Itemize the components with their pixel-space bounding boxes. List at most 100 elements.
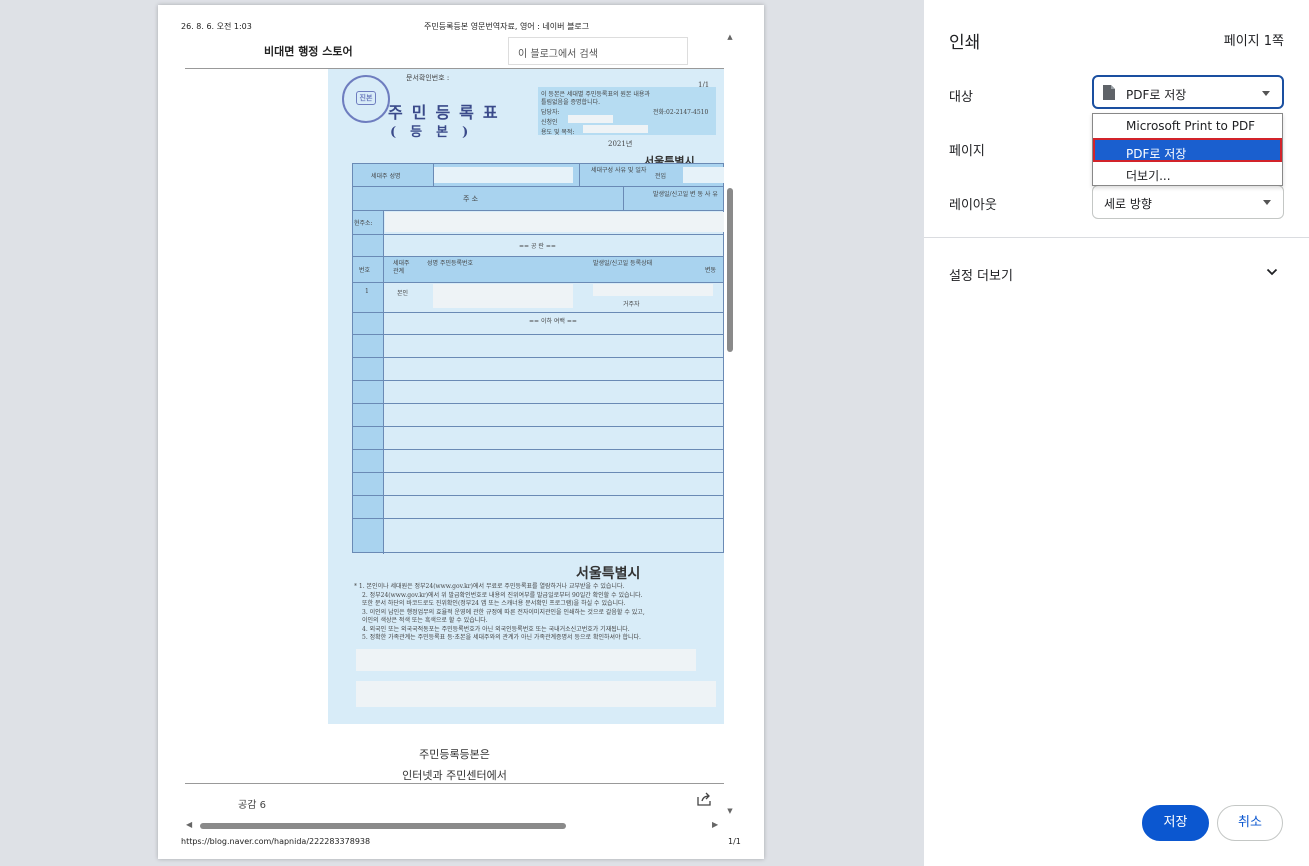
register-table: 세대주 성명 세대구성 사유 및 일자 전입 주 소 발생일/신고일 변 동 사… (352, 163, 724, 554)
doc-number-label: 문서확인번호 : (406, 74, 450, 82)
col-occurrence-status: 발생일/신고일 등록상태 (593, 260, 653, 267)
redaction (583, 125, 648, 133)
redaction (593, 284, 713, 296)
layout-value: 세로 방향 (1104, 197, 1152, 211)
scroll-left-arrow[interactable]: ◀ (186, 820, 192, 829)
current-address-label: 현주소: (354, 220, 373, 227)
option-microsoft-print-to-pdf[interactable]: Microsoft Print to PDF (1093, 114, 1282, 138)
print-preview-area: 26. 8. 6. 오전 1:03 주민등록등본 영문번역자료, 영어 : 네이… (0, 0, 924, 866)
destination-value: PDF로 저장 (1126, 88, 1187, 102)
scroll-right-arrow[interactable]: ▶ (712, 820, 718, 829)
row-status: 거주자 (623, 301, 640, 308)
table-line (353, 403, 723, 404)
table-line (353, 357, 723, 358)
redaction (568, 115, 613, 123)
cert-line-5: 신청인 (541, 119, 558, 126)
page-header-title: 주민등록등본 영문번역자료, 영어 : 네이버 블로그 (424, 22, 590, 31)
table-line (353, 426, 723, 427)
table-line (353, 312, 723, 313)
cert-line-3: 담당자: (541, 109, 560, 116)
dropdown-arrow-icon (1263, 200, 1271, 205)
doc-year: 2021년 (608, 140, 633, 148)
dropdown-arrow-icon (1262, 91, 1270, 96)
col-number: 번호 (359, 267, 371, 274)
table-line (353, 334, 723, 335)
scroll-down-arrow[interactable]: ▼ (724, 807, 736, 815)
document-icon (1103, 85, 1115, 100)
redaction (356, 649, 696, 671)
blog-search-box: 이 블로그에서 검색 (508, 37, 688, 65)
layout-select[interactable]: 세로 방향 (1092, 185, 1284, 219)
blog-name: 비대면 행정 스토어 (264, 45, 353, 58)
doc-city-bottom: 서울특별시 (576, 566, 641, 582)
print-title: 인쇄 (949, 33, 981, 53)
chevron-down-icon[interactable] (1266, 267, 1278, 277)
table-vline (433, 164, 434, 186)
table-line (353, 380, 723, 381)
page-footer-url: https://blog.naver.com/hapnida/222283378… (181, 837, 371, 846)
note-line: * 1. 본인이나 세대원은 정부24(www.gov.kr)에서 무료로 주민… (354, 583, 625, 590)
note-line: 이인의 색상은 적색 또는 흑색으로 할 수 있습니다. (362, 617, 488, 624)
destination-select[interactable]: PDF로 저장 (1092, 75, 1284, 109)
table-line (353, 256, 723, 257)
note-line: 또한 문서 하단의 바코드로도 진위확인(정부24 앱 또는 스캐너용 문서확인… (362, 600, 626, 607)
doc-notes: * 1. 본인이나 세대원은 정부24(www.gov.kr)에서 무료로 주민… (354, 583, 720, 643)
destination-label: 대상 (949, 90, 973, 105)
table-line (353, 210, 723, 211)
note-line: 2. 정부24(www.gov.kr)에서 위 발급확인번호로 내용의 진위여부… (362, 591, 643, 599)
table-line (353, 518, 723, 519)
redaction (356, 681, 716, 707)
scroll-up-arrow[interactable]: ▲ (724, 33, 736, 41)
col-change: 변동 (705, 267, 717, 274)
save-button[interactable]: 저장 (1142, 805, 1209, 841)
table-line (353, 495, 723, 496)
official-seal: 진본 (342, 75, 390, 123)
note-line: 3. 이인의 납인은 행정업무의 효율적 운영에 관한 규정에 따른 전자이미지… (362, 608, 645, 616)
footer-divider (185, 783, 724, 784)
blog-content-pane: 문서확인번호 : 1/1 진본 주민등록표 (등본) 이 등본은 세대별 주민등… (185, 69, 724, 824)
table-line (353, 234, 723, 235)
redaction (433, 284, 573, 308)
cert-line-2: 틀림없음을 증명합니다. (541, 99, 601, 106)
cert-line-4: 전화:02-2147-4510 (653, 109, 709, 116)
seal-text: 진본 (356, 91, 376, 105)
option-save-as-pdf[interactable]: PDF로 저장 (1093, 138, 1282, 162)
redaction (683, 167, 724, 183)
doc-title: 주민등록표 (388, 103, 507, 122)
col-occurrence: 발생일/신고일 변 동 사 유 (653, 191, 718, 198)
table-line (353, 282, 723, 283)
table-line (353, 449, 723, 450)
destination-dropdown-list: Microsoft Print to PDF PDF로 저장 더보기... (1092, 113, 1283, 186)
reason-value: 전입 (655, 173, 667, 180)
preview-page: 26. 8. 6. 오전 1:03 주민등록등본 영문번역자료, 영어 : 네이… (158, 5, 764, 859)
like-count: 공감 6 (238, 800, 266, 811)
note-line: 5. 정확한 가족관계는 주민등록표 등·초본을 세대주와의 관계가 아닌 가족… (362, 634, 641, 641)
col-reason: 세대구성 사유 및 일자 (591, 167, 647, 174)
row-relation: 본인 (397, 290, 409, 297)
caption-line-2: 인터넷과 주민센터에서 (402, 769, 507, 782)
cert-line-6: 용도 및 목적: (541, 129, 575, 136)
horizontal-scrollbar-thumb[interactable] (200, 823, 566, 829)
col-address: 주 소 (463, 195, 479, 203)
end-marker: == 이하 여백 == (529, 318, 577, 325)
col-relation: 세대주 관계 (393, 260, 410, 275)
pages-label: 페이지 (949, 144, 985, 159)
doc-subtitle: (등본) (390, 125, 483, 140)
vertical-scrollbar-thumb[interactable] (727, 188, 733, 352)
more-settings-toggle[interactable]: 설정 더보기 (949, 265, 1013, 284)
layout-label: 레이아웃 (949, 198, 997, 213)
row-number: 1 (365, 288, 369, 295)
cancel-button[interactable]: 취소 (1217, 805, 1283, 841)
table-vline (623, 186, 624, 210)
option-see-more[interactable]: 더보기... (1093, 162, 1282, 186)
redaction (433, 167, 573, 183)
note-line: 4. 외국인 또는 외국국적동포는 주민등록번호가 아닌 외국인등록번호 또는 … (362, 625, 630, 633)
col-head-name: 세대주 성명 (371, 173, 401, 180)
resident-register-scan: 문서확인번호 : 1/1 진본 주민등록표 (등본) 이 등본은 세대별 주민등… (328, 69, 724, 724)
print-settings-panel: 인쇄 페이지 1쪽 대상 PDF로 저장 페이지 레이아웃 세로 방향 Micr… (924, 0, 1309, 866)
sheet-count: 페이지 1쪽 (1223, 34, 1284, 49)
table-line (353, 186, 723, 187)
page-footer-count: 1/1 (728, 837, 741, 846)
table-vline (383, 210, 384, 554)
share-icon (697, 792, 711, 806)
